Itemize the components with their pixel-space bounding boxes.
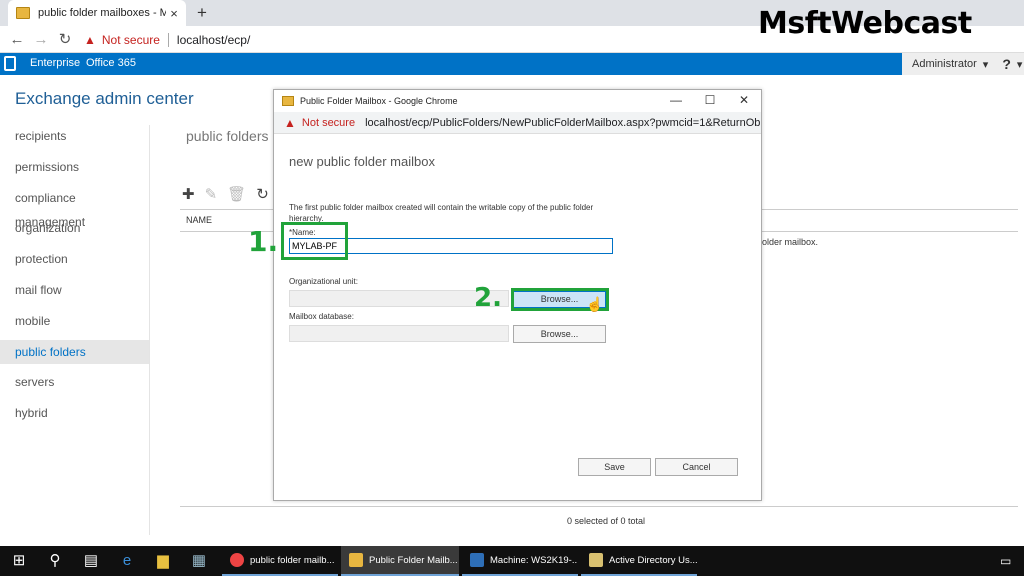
taskbar-app-label: public folder mailb... <box>250 554 335 566</box>
minimize-icon[interactable]: — <box>668 92 684 108</box>
cancel-button[interactable]: Cancel <box>655 458 738 476</box>
taskbar-app-label: Active Directory Us... <box>609 554 697 566</box>
ad-users-icon <box>589 553 603 567</box>
nav-item-hybrid[interactable]: hybrid <box>0 401 149 425</box>
taskbar-app-label: Machine: WS2K19-... <box>490 554 578 566</box>
nav-item-protection[interactable]: protection <box>0 247 149 271</box>
admin-label: Administrator <box>912 58 977 70</box>
taskbar-app-label: Public Folder Mailb... <box>369 554 458 566</box>
save-button[interactable]: Save <box>578 458 651 476</box>
ou-label: Organizational unit: <box>289 277 358 286</box>
popup-url-text: localhost/ecp/PublicFolders/NewPublicFol… <box>365 116 761 129</box>
hand-cursor-icon: ☝ <box>586 296 604 312</box>
taskbar-app-chrome[interactable]: public folder mailb... <box>222 546 338 576</box>
chrome-icon <box>230 553 244 567</box>
server-manager-icon[interactable]: ▦ <box>186 549 212 573</box>
nav-item-mobile[interactable]: mobile <box>0 309 149 333</box>
db-field <box>289 325 509 342</box>
section-title: public folders <box>186 128 269 144</box>
windows-start-icon[interactable]: ⊞ <box>6 549 32 573</box>
task-view-icon[interactable]: ▤ <box>78 549 104 573</box>
exchange-shell-icon <box>470 553 484 567</box>
popup-address-bar[interactable]: ▲ Not secure localhost/ecp/PublicFolders… <box>274 112 761 134</box>
maximize-icon[interactable]: ☐ <box>702 92 718 108</box>
watermark-logo: MsftWebcast <box>758 6 972 41</box>
selection-count: 0 selected of 0 total <box>567 516 646 526</box>
delete-icon[interactable]: 🗑 <box>227 185 246 203</box>
annotation-box-name <box>281 222 348 260</box>
chevron-down-icon: ▾ <box>982 58 989 71</box>
back-arrow-icon[interactable]: ← <box>8 31 26 49</box>
taskbar-app-ad[interactable]: Active Directory Us... <box>581 546 697 576</box>
nav-divider <box>149 125 150 535</box>
annotation-step-1: 1. <box>248 225 279 258</box>
nav-item-mail-flow[interactable]: mail flow <box>0 278 149 302</box>
tab-close-icon[interactable]: × <box>166 6 182 21</box>
warning-icon: ▲ <box>84 32 96 47</box>
db-browse-button[interactable]: Browse... <box>513 325 606 343</box>
exchange-favicon-icon <box>16 7 30 19</box>
ie-icon[interactable]: e <box>114 549 140 573</box>
exchange-popup-icon <box>349 553 363 567</box>
not-secure-label: Not secure <box>101 32 160 47</box>
help-chevron-down-icon: ▾ <box>1016 58 1023 71</box>
grid-footer-divider <box>180 506 1018 507</box>
popup-window-title: Public Folder Mailbox - Google Chrome <box>300 96 458 106</box>
new-tab-button[interactable]: + <box>192 3 212 23</box>
page-title: Exchange admin center <box>15 89 194 108</box>
nav-item-public-folders[interactable]: public folders <box>0 340 149 364</box>
browser-tab[interactable]: public folder mailboxes - Microso × <box>8 0 186 26</box>
nav-item-compliance[interactable]: compliance management <box>0 186 149 229</box>
taskbar-app-shell[interactable]: Machine: WS2K19-... <box>462 546 578 576</box>
admin-menu[interactable]: Administrator ▾ ? ▾ <box>902 53 1024 75</box>
annotation-step-2: 2. <box>474 283 502 313</box>
eac-top-bar <box>0 53 1024 75</box>
db-label: Mailbox database: <box>289 312 354 321</box>
enterprise-link[interactable]: Enterprise <box>30 57 80 69</box>
dialog-description: The first public folder mailbox created … <box>289 203 594 223</box>
taskbar-app-popup[interactable]: Public Folder Mailb... <box>341 546 459 576</box>
nav-item-recipients[interactable]: recipients <box>0 124 149 148</box>
search-icon[interactable]: ⚲ <box>42 549 68 573</box>
nav-item-permissions[interactable]: permissions <box>0 155 149 179</box>
omnibox-divider <box>167 32 169 47</box>
help-icon[interactable]: ? <box>1002 56 1011 72</box>
office365-link[interactable]: Office 365 <box>86 57 136 69</box>
close-icon[interactable]: ✕ <box>736 92 752 108</box>
nav-item-organization[interactable]: organization <box>0 216 149 240</box>
refresh-icon[interactable]: ↻ <box>256 185 269 203</box>
notification-icon[interactable]: ▭ <box>1000 554 1011 568</box>
grid-empty-message: older mailbox. <box>762 237 819 247</box>
popup-not-secure-label: Not secure <box>301 116 356 129</box>
edit-icon[interactable]: ✎ <box>205 185 218 203</box>
add-icon[interactable]: ✚ <box>182 185 195 203</box>
reload-icon[interactable]: ↻ <box>56 31 74 49</box>
exchange-favicon-icon <box>282 96 294 106</box>
nav-item-servers[interactable]: servers <box>0 370 149 394</box>
dialog-heading: new public folder mailbox <box>289 154 435 169</box>
popup-titlebar[interactable]: Public Folder Mailbox - Google Chrome <box>274 90 761 112</box>
popup-warning-icon: ▲ <box>284 115 296 130</box>
office-logo-icon <box>4 56 16 71</box>
toolbar: ✚ ✎ 🗑 ↻ <box>182 185 269 203</box>
url-text: localhost/ecp/ <box>176 32 251 47</box>
file-explorer-icon[interactable]: ▆ <box>150 549 176 573</box>
forward-arrow-icon[interactable]: → <box>32 31 50 49</box>
tab-title: public folder mailboxes - Microso <box>38 7 166 19</box>
